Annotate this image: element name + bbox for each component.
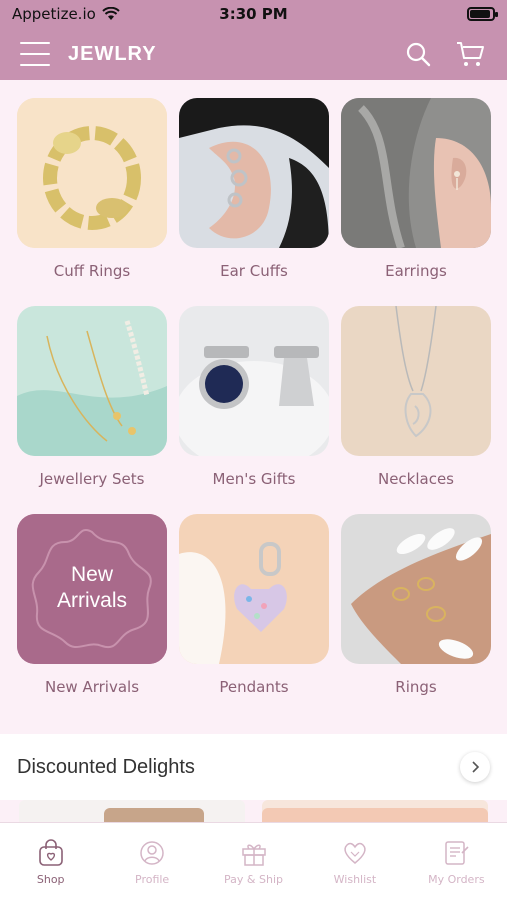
- category-label: Necklaces: [377, 470, 455, 488]
- ear-cuffs-image: [179, 98, 329, 248]
- chevron-right-icon[interactable]: [460, 752, 490, 782]
- category-earrings[interactable]: Earrings: [341, 98, 491, 306]
- badge-line-2: Arrivals: [56, 589, 127, 612]
- search-icon[interactable]: [401, 37, 435, 71]
- product-card-image: [262, 808, 488, 822]
- discounted-delights-header: Discounted Delights: [0, 734, 507, 800]
- tab-label: Shop: [36, 873, 65, 886]
- badge-line-1: New: [70, 563, 113, 586]
- wifi-icon: [102, 7, 120, 20]
- app-header: JEWLRY: [0, 28, 507, 80]
- tab-wishlist[interactable]: Wishlist: [304, 823, 405, 900]
- tab-pay-ship[interactable]: Pay & Ship: [203, 823, 304, 900]
- gift-icon: [241, 844, 266, 866]
- status-left: Appetize.io: [12, 5, 192, 23]
- bottom-tab-bar: Shop Profile Pay & Ship Wishlist My Orde…: [0, 822, 507, 900]
- category-jewellery-sets[interactable]: Jewellery Sets: [17, 306, 167, 514]
- product-card-image: [104, 808, 204, 822]
- profile-icon: [140, 841, 164, 865]
- carrier-label: Appetize.io: [12, 5, 96, 23]
- new-arrivals-image: New Arrivals: [17, 514, 167, 664]
- section-title: Discounted Delights: [17, 755, 195, 778]
- tab-label: Profile: [135, 873, 170, 886]
- product-card[interactable]: [19, 800, 245, 822]
- category-label: Earrings: [385, 262, 447, 280]
- tab-my-orders[interactable]: My Orders: [406, 823, 507, 900]
- category-mens-gifts[interactable]: Men's Gifts: [179, 306, 329, 514]
- rings-image: [341, 514, 491, 664]
- cart-icon[interactable]: [453, 37, 487, 71]
- category-label: Ear Cuffs: [220, 262, 288, 280]
- category-label: Men's Gifts: [212, 470, 296, 488]
- status-time: 3:30 PM: [219, 5, 288, 23]
- status-right: [315, 7, 498, 21]
- tab-label: My Orders: [428, 873, 485, 886]
- mens-gifts-image: [179, 306, 329, 456]
- heart-icon: [344, 842, 366, 864]
- status-bar: Appetize.io 3:30 PM: [0, 0, 507, 28]
- product-card[interactable]: [262, 800, 488, 822]
- category-new-arrivals[interactable]: New Arrivals New Arrivals: [17, 514, 167, 722]
- earrings-image: [341, 98, 491, 248]
- category-label: Rings: [395, 678, 437, 696]
- jewellery-sets-image: [17, 306, 167, 456]
- app-title: JEWLRY: [68, 42, 157, 65]
- tab-shop[interactable]: Shop: [0, 823, 101, 900]
- tab-label: Pay & Ship: [224, 873, 283, 886]
- category-rings[interactable]: Rings: [341, 514, 491, 722]
- category-necklaces[interactable]: Necklaces: [341, 306, 491, 514]
- new-arrivals-badge: New Arrivals: [17, 562, 167, 614]
- shopping-bag-icon: [38, 839, 63, 866]
- necklaces-image: [341, 306, 491, 456]
- category-cuff-rings[interactable]: Cuff Rings: [17, 98, 167, 306]
- category-label: Jewellery Sets: [39, 470, 145, 488]
- category-pendants[interactable]: Pendants: [179, 514, 329, 722]
- hamburger-icon[interactable]: [20, 42, 50, 66]
- tab-profile[interactable]: Profile: [101, 823, 202, 900]
- category-grid: Cuff Rings Ear Cuffs Earrings Jewellery …: [17, 98, 491, 722]
- battery-fill: [470, 10, 490, 18]
- orders-icon: [445, 841, 469, 865]
- category-label: Cuff Rings: [53, 262, 131, 280]
- battery-icon: [467, 7, 498, 21]
- pendants-image: [179, 514, 329, 664]
- category-label: Pendants: [219, 678, 289, 696]
- category-label: New Arrivals: [44, 678, 140, 696]
- category-ear-cuffs[interactable]: Ear Cuffs: [179, 98, 329, 306]
- tab-label: Wishlist: [333, 873, 377, 886]
- cuff-rings-image: [17, 98, 167, 248]
